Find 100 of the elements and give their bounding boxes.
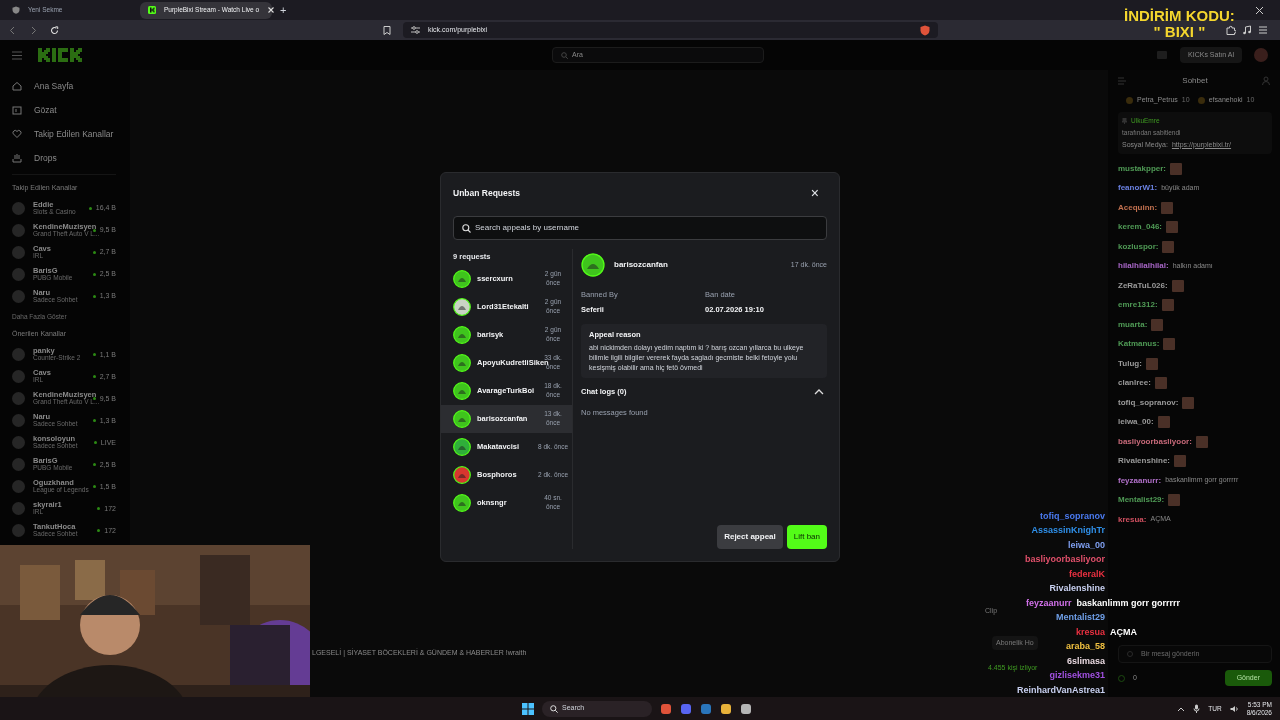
nav-item[interactable]: Ana Sayfa xyxy=(12,74,116,98)
chat-username: tofiq_sopranov: xyxy=(1118,396,1179,409)
chat-username: mustakpper: xyxy=(1118,162,1166,175)
avatar-icon xyxy=(12,414,25,428)
speaker-icon[interactable] xyxy=(1229,704,1239,713)
live-dot-icon xyxy=(88,207,92,210)
chevron-up-icon[interactable] xyxy=(814,388,824,396)
live-dot-icon xyxy=(97,507,101,511)
chat-message: AÇMA xyxy=(1110,625,1137,639)
avatar-icon xyxy=(12,268,25,281)
badge-icon xyxy=(1126,96,1133,104)
menu-icon[interactable] xyxy=(12,50,22,60)
chat-username: leiwa_00: xyxy=(1118,416,1154,428)
avatar-icon xyxy=(12,458,25,472)
avatar-icon xyxy=(12,524,25,538)
avatar-icon xyxy=(12,224,25,237)
chat-username: tofiq_sopranov xyxy=(1040,509,1105,523)
chat-username: ReinhardVanAstrea1 xyxy=(1016,683,1105,697)
badge-icon xyxy=(1197,96,1205,104)
chat-username: ZeRaTuL026: xyxy=(1118,279,1168,292)
chat-username: Mentalist29: xyxy=(1118,494,1165,506)
chat-username: feyzaanurr xyxy=(1025,596,1072,610)
chat-username: kerem_046: xyxy=(1118,221,1163,233)
chat-username: Rivalenshine: xyxy=(1118,455,1170,467)
chat-username: Katmanus: xyxy=(1118,338,1160,350)
puzzle-icon[interactable] xyxy=(1226,25,1236,35)
live-dot-icon xyxy=(92,229,96,232)
dialog-title: Unban Requests xyxy=(453,186,521,200)
chat-username: hilalhilalhilal: xyxy=(1118,260,1169,272)
chat-username: AssassinKnighTr xyxy=(1031,524,1105,537)
live-dot-icon xyxy=(92,251,96,254)
avatar-icon xyxy=(12,480,25,494)
chat-username: kresua xyxy=(1075,625,1105,639)
live-dot-icon xyxy=(92,295,96,298)
kick-logo-icon xyxy=(148,6,156,14)
lift-ban-button[interactable]: Lift ban xyxy=(786,525,827,549)
chat-username: 6slimasa xyxy=(1066,654,1105,668)
promo-code: " BIXI " xyxy=(1153,23,1206,40)
chat-username: clanlree: xyxy=(1118,377,1151,389)
bookmark-icon[interactable] xyxy=(383,25,391,35)
avatar-icon xyxy=(12,502,25,516)
avatar-icon xyxy=(12,392,25,406)
chevron-up-icon[interactable] xyxy=(1177,705,1186,712)
chat-username: kresua: xyxy=(1118,513,1147,526)
chat-username: araba_58 xyxy=(1065,640,1105,653)
avatar-icon xyxy=(12,290,25,303)
forward-icon[interactable] xyxy=(29,25,38,35)
live-dot-icon xyxy=(92,353,96,357)
chat-username: Acequinn: xyxy=(1118,201,1158,214)
avatar-icon xyxy=(12,436,25,450)
back-icon[interactable] xyxy=(8,25,17,35)
avatar-icon xyxy=(12,348,25,362)
close-icon[interactable] xyxy=(1255,5,1264,15)
search-field[interactable]: Search appeals by username xyxy=(453,216,827,240)
close-icon[interactable] xyxy=(267,6,276,14)
avatar-icon xyxy=(12,202,25,215)
settings-icon xyxy=(411,26,420,34)
chat-username: kozluspor: xyxy=(1118,240,1159,253)
chat-username: federalK xyxy=(1069,567,1105,581)
browse-icon xyxy=(12,105,22,115)
chat-username: feanorW1: xyxy=(1118,182,1158,194)
nav-item[interactable]: Takip Edilen Kanallar xyxy=(12,122,116,146)
promo-title: İNDİRİM KODU: xyxy=(1124,8,1235,24)
avatar-icon xyxy=(581,253,605,277)
chat-username: Mentalist29 xyxy=(1055,611,1105,624)
chat-username: Rivalenshine xyxy=(1049,582,1105,595)
chat-username: basliyoorbasliyoor xyxy=(1024,553,1105,566)
chat-username: basliyoorbasliyoor: xyxy=(1118,435,1192,448)
windows-icon[interactable] xyxy=(522,702,534,715)
chat-message: baskanlimm gorr gorrrrr xyxy=(1076,596,1180,610)
pin-icon xyxy=(1122,117,1127,124)
chat-username: gizlisekme31 xyxy=(1049,669,1105,682)
avatar-icon xyxy=(12,246,25,259)
chat-username: leiwa_00 xyxy=(1067,538,1105,552)
chat-username: muarta: xyxy=(1118,318,1148,331)
username: barisozcanfan xyxy=(614,259,668,271)
close-button[interactable]: × xyxy=(810,186,827,200)
reload-icon[interactable] xyxy=(50,25,59,35)
live-dot-icon xyxy=(92,397,96,401)
live-dot-icon xyxy=(92,273,96,276)
chat-username: feyzaanurr: xyxy=(1118,474,1162,487)
new-tab-button[interactable]: + xyxy=(276,4,291,16)
live-dot-icon xyxy=(92,419,96,423)
nav-item[interactable]: Drops xyxy=(12,146,116,170)
nav-item[interactable]: Gözat xyxy=(12,98,116,122)
avatar-icon xyxy=(12,370,25,384)
points-icon xyxy=(1118,674,1125,682)
live-dot-icon xyxy=(92,485,96,489)
live-dot-icon xyxy=(93,441,97,445)
search-icon xyxy=(550,704,558,713)
reject-appeal-button[interactable]: Reject appeal xyxy=(717,525,783,549)
home-icon xyxy=(12,81,22,91)
chat-username: emre1312: xyxy=(1118,299,1158,311)
live-dot-icon xyxy=(92,375,96,379)
live-dot-icon xyxy=(92,463,96,467)
microphone-icon[interactable] xyxy=(1193,704,1201,713)
music-note-icon[interactable] xyxy=(1242,25,1252,35)
search-icon xyxy=(561,51,568,59)
chat-username: Tulug: xyxy=(1118,357,1142,370)
chat-title: Sohbet xyxy=(1182,75,1208,87)
